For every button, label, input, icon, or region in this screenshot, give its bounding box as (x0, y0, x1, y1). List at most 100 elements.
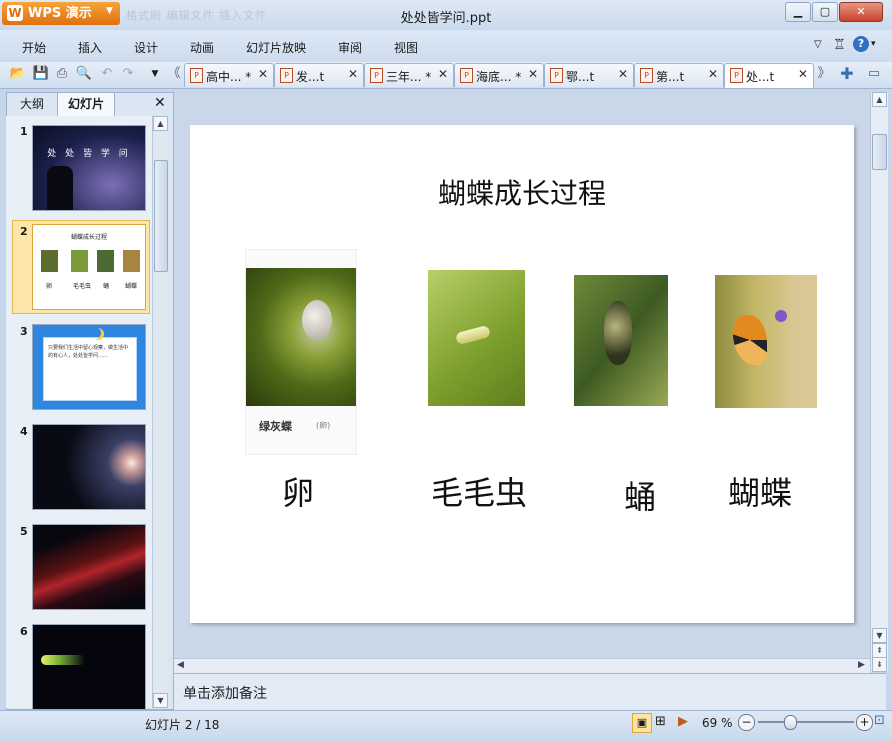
slide-title[interactable]: 蝴蝶成长过程 (190, 172, 854, 212)
tab-close-icon[interactable]: ✕ (618, 67, 628, 81)
egg-shape (302, 300, 332, 340)
menu-view[interactable]: 视图 (394, 39, 418, 56)
print-preview-icon[interactable]: 🔍 (75, 65, 93, 83)
ppt-file-icon: P (370, 68, 383, 83)
scroll-right-icon[interactable]: ▶ (858, 660, 865, 670)
pupa-photo[interactable] (574, 275, 668, 406)
ppt-file-icon: P (280, 68, 293, 83)
tab-close-icon[interactable]: ✕ (258, 67, 268, 81)
doc-tab-label: 海底... * (476, 70, 522, 84)
open-icon[interactable]: 📂 (9, 65, 27, 83)
menu-design[interactable]: 设计 (134, 39, 158, 56)
tabs-scroll-right-icon[interactable]: 》 (815, 65, 833, 83)
zoom-slider-track[interactable] (758, 721, 854, 723)
slide-thumbnail-3[interactable]: 只要我们生活中留心观察，做生活中的有心人，处处皆学问…… (32, 324, 146, 410)
zoom-out-icon[interactable]: − (738, 714, 755, 731)
menu-home[interactable]: 开始 (22, 39, 46, 56)
egg-photo (246, 268, 356, 406)
scrollbar-thumb[interactable] (872, 134, 887, 170)
tab-close-icon[interactable]: ✕ (798, 67, 808, 81)
doc-tab-label: 处...t (746, 70, 775, 84)
scroll-up-icon[interactable]: ▲ (872, 92, 887, 107)
tab-slides[interactable]: 幻灯片 (57, 92, 115, 116)
restore-button[interactable]: ▢ (812, 2, 838, 22)
slide-thumbnail-6[interactable] (32, 624, 146, 710)
caption-pupa[interactable]: 蛹 (624, 472, 656, 518)
zoom-slider-handle[interactable] (784, 715, 797, 730)
doc-tab-2[interactable]: P 发...t ✕ (274, 63, 364, 87)
tabs-scroll-left-icon[interactable]: 《 (165, 65, 183, 83)
scroll-down-icon[interactable]: ▼ (153, 693, 168, 708)
normal-view-icon[interactable]: ▣ (632, 713, 652, 733)
next-slide-icon[interactable]: ⇟ (872, 657, 887, 672)
ppt-file-icon: P (460, 68, 473, 83)
minimize-button[interactable]: ▁ (785, 2, 811, 22)
menu-insert[interactable]: 插入 (78, 39, 102, 56)
skin-icon[interactable]: ♖ (833, 37, 846, 53)
menu-review[interactable]: 审阅 (338, 39, 362, 56)
print-icon[interactable]: ⎙ (53, 65, 71, 83)
doc-tab-4[interactable]: P 海底... * ✕ (454, 63, 544, 87)
help-icon[interactable]: ? (853, 36, 869, 52)
tab-close-icon[interactable]: ✕ (348, 67, 358, 81)
help-dropdown-icon[interactable]: ▾ (871, 39, 876, 49)
scrollbar-thumb[interactable] (154, 160, 168, 272)
caption-butterfly[interactable]: 蝴蝶 (728, 468, 792, 514)
slide-indicator: 幻灯片 2 / 18 (145, 718, 220, 732)
doc-tab-label: 三年... * (386, 70, 432, 84)
doc-tab-1[interactable]: P 高中... * ✕ (184, 63, 274, 87)
thumb-image (71, 250, 88, 272)
slide-number: 6 (20, 625, 28, 638)
slide-thumbnail-4[interactable] (32, 424, 146, 510)
save-icon[interactable]: 💾 (32, 65, 50, 83)
new-tab-icon[interactable]: ✚ (838, 65, 856, 83)
pane-close-icon[interactable]: ✕ (154, 95, 166, 111)
ribbon-collapse-icon[interactable]: ▽ (814, 39, 822, 50)
butterfly-photo[interactable] (715, 275, 817, 408)
caption-egg[interactable]: 卵 (282, 468, 314, 514)
comet-shape (41, 655, 85, 665)
tab-outline[interactable]: 大纲 (8, 93, 56, 115)
menu-slideshow[interactable]: 幻灯片放映 (246, 39, 306, 56)
caterpillar-photo[interactable] (428, 270, 525, 406)
window-list-icon[interactable]: ▭ (865, 65, 883, 83)
tab-close-icon[interactable]: ✕ (438, 67, 448, 81)
slide-thumbnail-1[interactable]: 处 处 皆 学 问 (32, 125, 146, 211)
doc-tab-5[interactable]: P 鄂...t ✕ (544, 63, 634, 87)
pupa-shape (604, 301, 632, 365)
fit-window-icon[interactable]: ⊡ (874, 713, 885, 728)
slideshow-view-icon[interactable]: ▶ (678, 714, 688, 729)
thumb-caption: 毛毛虫 (73, 283, 92, 290)
scroll-up-icon[interactable]: ▲ (153, 116, 168, 131)
notes-pane[interactable] (174, 673, 886, 710)
slide-sorter-view-icon[interactable]: ⊞ (655, 714, 666, 729)
doc-tab-3[interactable]: P 三年... * ✕ (364, 63, 454, 87)
doc-tab-6[interactable]: P 第...t ✕ (634, 63, 724, 87)
slide-thumbnail-5[interactable] (32, 524, 146, 610)
scroll-down-icon[interactable]: ▼ (872, 628, 887, 643)
redo-icon[interactable]: ↷ (119, 65, 137, 83)
slide-vertical-scrollbar[interactable]: ▲ ▼ ⇞ ⇟ (870, 92, 888, 672)
ppt-file-icon: P (550, 68, 563, 83)
document-title: 处处皆学问.ppt (400, 11, 492, 26)
tab-close-icon[interactable]: ✕ (708, 67, 718, 81)
scroll-left-icon[interactable]: ◀ (177, 660, 184, 670)
notes-placeholder[interactable]: 单击添加备注 (183, 683, 267, 703)
slide-thumbnail-2[interactable]: 蝴蝶成长过程 卵 毛毛虫 蛹 蝴蝶 (32, 224, 146, 310)
undo-icon[interactable]: ↶ (98, 65, 116, 83)
thumbnail-scrollbar[interactable]: ▲ ▼ (152, 116, 168, 708)
zoom-in-icon[interactable]: + (856, 714, 873, 731)
doc-tab-7-active[interactable]: P 处...t ✕ (724, 63, 814, 88)
previous-slide-icon[interactable]: ⇞ (872, 643, 887, 658)
menu-animation[interactable]: 动画 (190, 39, 214, 56)
close-button[interactable]: ✕ (839, 2, 883, 22)
qat-dropdown-icon[interactable]: ▼ (146, 65, 164, 83)
ppt-file-icon: P (190, 68, 203, 83)
ppt-file-icon: P (640, 68, 653, 83)
slide-horizontal-scrollbar[interactable]: ◀ ▶ (174, 658, 870, 673)
caption-caterpillar[interactable]: 毛毛虫 (431, 468, 527, 514)
egg-image-frame[interactable]: 绿灰蝶 (卵) (245, 249, 357, 455)
thumb-card: 只要我们生活中留心观察，做生活中的有心人，处处皆学问…… (43, 337, 137, 401)
tab-close-icon[interactable]: ✕ (528, 67, 538, 81)
slide-number: 1 (20, 125, 28, 138)
